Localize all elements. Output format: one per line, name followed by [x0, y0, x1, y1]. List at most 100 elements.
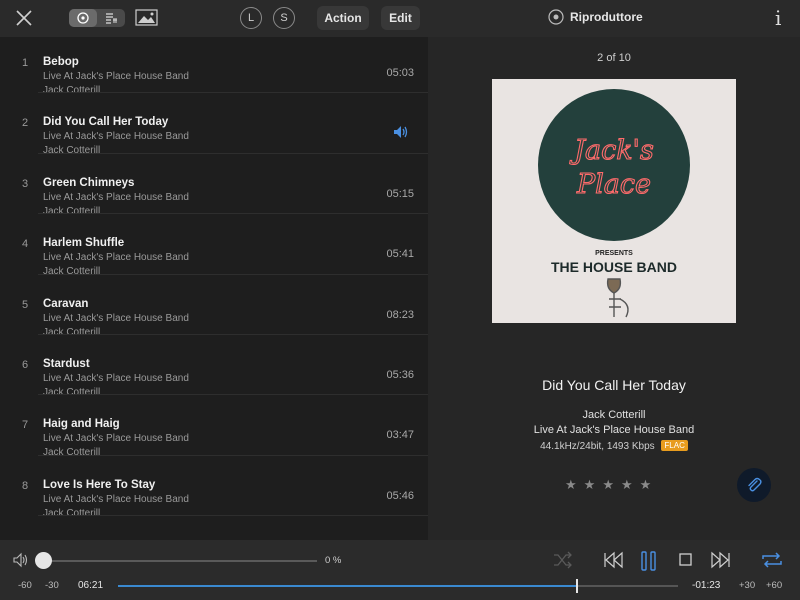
audio-format: 44.1kHz/24bit, 1493 Kbps FLAC	[428, 440, 800, 452]
transport-bar: 0 % -60 -30 06:21 -01:23 +30 +60	[0, 540, 800, 600]
pause-icon[interactable]	[640, 551, 658, 571]
track-row[interactable]: 1 Bebop Live At Jack's Place House Band Jac…	[0, 37, 428, 96]
track-album: Live At Jack's Place House Band	[43, 493, 189, 505]
album-view-toggle[interactable]	[69, 9, 97, 27]
rating-star[interactable]: ★	[584, 477, 596, 493]
track-number: 8	[22, 479, 29, 492]
queue-position: 2 of 10	[597, 52, 631, 64]
track-album: Live At Jack's Place House Band	[43, 372, 189, 384]
elapsed-time: 06:21	[78, 580, 104, 591]
track-row[interactable]: 2 Did You Call Her Today Live At Jack's Pl…	[0, 93, 428, 156]
track-album: Live At Jack's Place House Band	[43, 433, 189, 445]
track-number: 1	[22, 57, 29, 69]
list-icon	[105, 13, 117, 24]
track-row[interactable]: 6 Stardust Live At Jack's Place House Band…	[0, 335, 428, 398]
track-title: Green Chimneys	[43, 176, 135, 189]
format-details: 44.1kHz/24bit, 1493 Kbps	[540, 441, 655, 452]
progress-knob[interactable]	[576, 579, 579, 593]
top-toolbar: L S Action Edit Riproduttore i	[0, 0, 800, 37]
track-album: Live At Jack's Place House Band	[43, 252, 189, 264]
track-number: 4	[22, 238, 29, 251]
track-album: Live At Jack's Place House Band	[43, 131, 189, 143]
track-number: 5	[22, 298, 29, 311]
view-mode-segmented-control	[69, 9, 125, 27]
list-view-toggle[interactable]	[97, 9, 125, 27]
remaining-time: -01:23	[692, 580, 721, 591]
rating-star[interactable]: ★	[621, 477, 633, 493]
track-row[interactable]: 3 Green Chimneys Live At Jack's Place Hous…	[0, 154, 428, 217]
s-circle-button[interactable]: S	[273, 7, 295, 29]
song-title: Did You Call Her Today	[542, 377, 686, 393]
track-album: Live At Jack's Place House Band	[43, 312, 189, 324]
track-title: Harlem Shuffle	[43, 237, 125, 250]
cover-jacks-text: Jack's	[569, 135, 654, 166]
target-icon	[548, 9, 564, 25]
track-title: Bebop	[43, 56, 79, 68]
seek-back-30-button[interactable]: -30	[45, 580, 59, 591]
progress-fill	[118, 585, 578, 587]
seek-back-60-button[interactable]: -60	[18, 580, 32, 591]
volume-icon[interactable]	[12, 552, 30, 568]
track-title: Did You Call Her Today	[43, 116, 169, 129]
track-duration: 05:15	[386, 187, 414, 200]
track-number: 3	[22, 177, 29, 190]
album-cover[interactable]: Jack's Place PRESENTS THE HOUSE BAND	[492, 79, 736, 323]
stop-icon[interactable]	[678, 551, 694, 569]
codec-badge: FLAC	[661, 440, 688, 451]
info-icon[interactable]: i	[775, 6, 781, 30]
action-button[interactable]: Action	[317, 6, 369, 30]
album-art: Jack's Place PRESENTS THE HOUSE BAND	[538, 89, 690, 318]
disc-icon	[77, 12, 89, 24]
volume-slider[interactable]	[40, 560, 317, 562]
cover-presents-text: PRESENTS	[595, 250, 633, 257]
player-title: Riproduttore	[570, 10, 643, 24]
volume-knob[interactable]	[35, 552, 52, 569]
rating-stars: ★ ★ ★ ★ ★	[565, 477, 651, 493]
l-circle-button[interactable]: L	[240, 7, 262, 29]
track-duration: 08:23	[386, 308, 414, 321]
track-title: Caravan	[43, 297, 89, 310]
track-title: Love Is Here To Stay	[43, 478, 156, 491]
artist-name: Jack Cotterill	[582, 409, 646, 421]
volume-percent: 0 %	[325, 555, 342, 566]
track-title: Stardust	[43, 357, 90, 370]
next-track-icon[interactable]	[711, 551, 731, 569]
trumpet-icon	[606, 278, 629, 318]
seek-fwd-60-button[interactable]: +60	[766, 580, 782, 591]
shuffle-icon[interactable]	[552, 551, 574, 569]
close-icon[interactable]	[14, 8, 34, 28]
seek-fwd-30-button[interactable]: +30	[739, 580, 755, 591]
track-row[interactable]: 4 Harlem Shuffle Live At Jack's Place Hous…	[0, 214, 428, 277]
track-duration: 05:36	[386, 368, 414, 381]
rating-star[interactable]: ★	[640, 477, 652, 493]
player-header[interactable]: Riproduttore	[548, 9, 643, 25]
previous-track-icon[interactable]	[603, 551, 623, 569]
track-row[interactable]: 5 Caravan Live At Jack's Place House Band J…	[0, 275, 428, 338]
track-number: 6	[22, 358, 29, 371]
cover-band-text: THE HOUSE BAND	[551, 259, 677, 275]
track-duration: 05:41	[386, 248, 414, 261]
rating-star[interactable]: ★	[602, 477, 614, 493]
repeat-icon[interactable]	[760, 551, 784, 569]
album-name: Live At Jack's Place House Band	[533, 424, 695, 436]
track-duration: 05:46	[386, 489, 414, 502]
track-list: 1 Bebop Live At Jack's Place House Band Jac…	[0, 37, 428, 540]
track-duration: 05:03	[386, 67, 414, 79]
track-duration: 03:47	[386, 429, 414, 442]
track-row[interactable]: 7 Haig and Haig Live At Jack's Place House…	[0, 395, 428, 458]
attach-button[interactable]	[737, 468, 771, 502]
edit-button[interactable]: Edit	[381, 6, 420, 30]
track-album: Live At Jack's Place House Band	[43, 71, 189, 82]
track-row[interactable]: 8 Love Is Here To Stay Live At Jack's Plac…	[0, 456, 428, 519]
track-number: 7	[22, 419, 29, 432]
track-number: 2	[22, 117, 29, 130]
artwork-image-icon[interactable]	[135, 8, 158, 26]
track-title: Haig and Haig	[43, 418, 120, 431]
row-divider	[38, 515, 428, 517]
cover-place-text: Place	[576, 169, 651, 200]
track-artist: Jack Cotterill	[43, 507, 101, 519]
progress-bar[interactable]	[118, 579, 678, 593]
track-album: Live At Jack's Place House Band	[43, 191, 189, 203]
paperclip-icon	[748, 477, 762, 492]
rating-star[interactable]: ★	[565, 477, 577, 493]
